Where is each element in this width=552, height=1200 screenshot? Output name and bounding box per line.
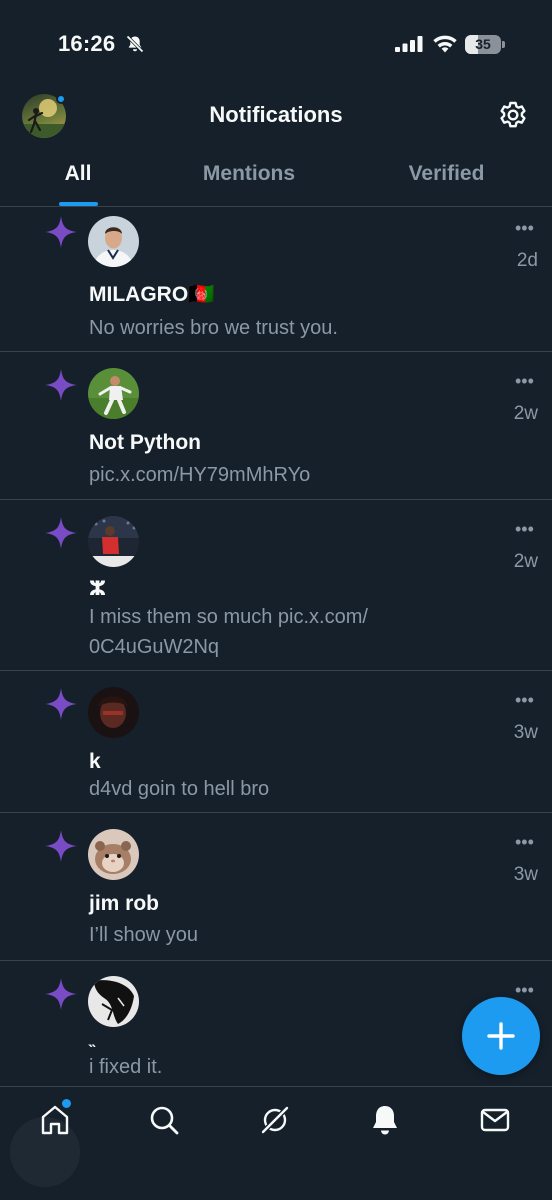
notification-item[interactable]: ••• 3w jim rob I’ll show you xyxy=(0,813,552,961)
tab-mentions[interactable]: Mentions xyxy=(189,162,309,186)
notification-time: 2d xyxy=(516,250,538,271)
notification-time: 2w xyxy=(513,403,538,424)
avatar-player-on-pitch-icon xyxy=(88,368,139,419)
notification-item[interactable]: ••• 2w ⵣ I miss them so much pic.x.com/ … xyxy=(0,500,552,671)
avatar-hamster-icon xyxy=(88,829,139,880)
avatar[interactable] xyxy=(88,516,139,567)
notification-time: 2w xyxy=(513,551,538,572)
settings-gear-icon[interactable] xyxy=(497,99,529,131)
notification-username[interactable]: k xyxy=(89,750,101,774)
avatar[interactable] xyxy=(88,687,139,738)
avatar[interactable] xyxy=(88,216,139,267)
avatar[interactable] xyxy=(88,976,139,1027)
notification-username[interactable]: MILAGRO🇦🇫 xyxy=(89,283,214,307)
grok-icon[interactable] xyxy=(258,1103,292,1137)
sparkle-icon xyxy=(45,688,77,720)
plus-icon xyxy=(487,1022,515,1050)
battery-level: 35 xyxy=(475,36,491,52)
status-bar: 16:26 35 xyxy=(0,0,552,80)
sparkle-icon xyxy=(45,830,77,862)
notification-username[interactable]: Not Python xyxy=(89,431,201,455)
messages-icon[interactable] xyxy=(478,1103,512,1137)
home-icon[interactable] xyxy=(38,1103,72,1137)
sparkle-icon xyxy=(45,216,77,248)
notification-text: i fixed it. xyxy=(89,1056,163,1078)
header: Notifications xyxy=(0,80,552,152)
sparkle-icon xyxy=(45,369,77,401)
avatar-player-white-kit-icon xyxy=(88,216,139,267)
notification-username[interactable]: ⵣ xyxy=(89,576,106,601)
more-options-button[interactable]: ••• xyxy=(515,520,534,538)
wifi-icon xyxy=(433,35,457,53)
notification-item[interactable]: ••• 2w Not Python pic.x.com/HY79mMhRYo xyxy=(0,352,552,500)
notification-text: I’ll show you xyxy=(89,924,198,946)
bottom-navigation xyxy=(0,1086,552,1200)
notification-tabs: All Mentions Verified xyxy=(0,152,552,207)
sparkle-icon xyxy=(45,978,77,1010)
notification-text: d4vd goin to hell bro xyxy=(89,778,270,800)
more-options-button[interactable]: ••• xyxy=(515,981,534,999)
avatar-dark-portrait-icon xyxy=(88,687,139,738)
notification-item[interactable]: ••• 2d MILAGRO🇦🇫 No worries bro we trust… xyxy=(0,207,552,352)
compose-fab-button[interactable] xyxy=(462,997,540,1075)
status-time: 16:26 xyxy=(58,31,116,56)
battery-indicator: 35 xyxy=(465,35,505,54)
notification-time: 3w xyxy=(513,864,538,885)
active-tab-indicator xyxy=(59,202,98,206)
more-options-button[interactable]: ••• xyxy=(515,372,534,390)
notification-text-line[interactable]: 0C4uGuW2Nq xyxy=(89,632,489,662)
tab-verified[interactable]: Verified xyxy=(395,162,498,186)
home-unread-dot xyxy=(62,1099,71,1108)
search-icon[interactable] xyxy=(147,1103,181,1137)
notification-username[interactable]: jim rob xyxy=(89,892,159,916)
notification-text[interactable]: pic.x.com/HY79mMhRYo xyxy=(89,460,489,490)
avatar-player-red-kit-icon xyxy=(88,516,139,567)
cellular-signal-icon xyxy=(395,36,423,52)
flag-emoji: 🇦🇫 xyxy=(188,283,215,306)
page-title: Notifications xyxy=(209,102,343,127)
more-options-button[interactable]: ••• xyxy=(515,219,534,237)
notification-text: No worries bro we trust you. xyxy=(89,317,338,339)
bell-off-icon xyxy=(126,35,144,53)
notification-time: 3w xyxy=(513,722,538,743)
notification-text-line: I miss them so much pic.x.com/ xyxy=(89,606,368,628)
notification-username[interactable]: ˵ xyxy=(89,1033,95,1054)
avatar[interactable] xyxy=(88,368,139,419)
notifications-bell-icon[interactable] xyxy=(368,1103,402,1137)
tab-all[interactable]: All xyxy=(40,162,116,186)
avatar[interactable] xyxy=(88,829,139,880)
sparkle-icon xyxy=(45,517,77,549)
avatar-manga-art-icon xyxy=(88,976,139,1027)
notification-item[interactable]: ••• 3w k d4vd goin to hell bro xyxy=(0,671,552,813)
more-options-button[interactable]: ••• xyxy=(515,691,534,709)
more-options-button[interactable]: ••• xyxy=(515,833,534,851)
